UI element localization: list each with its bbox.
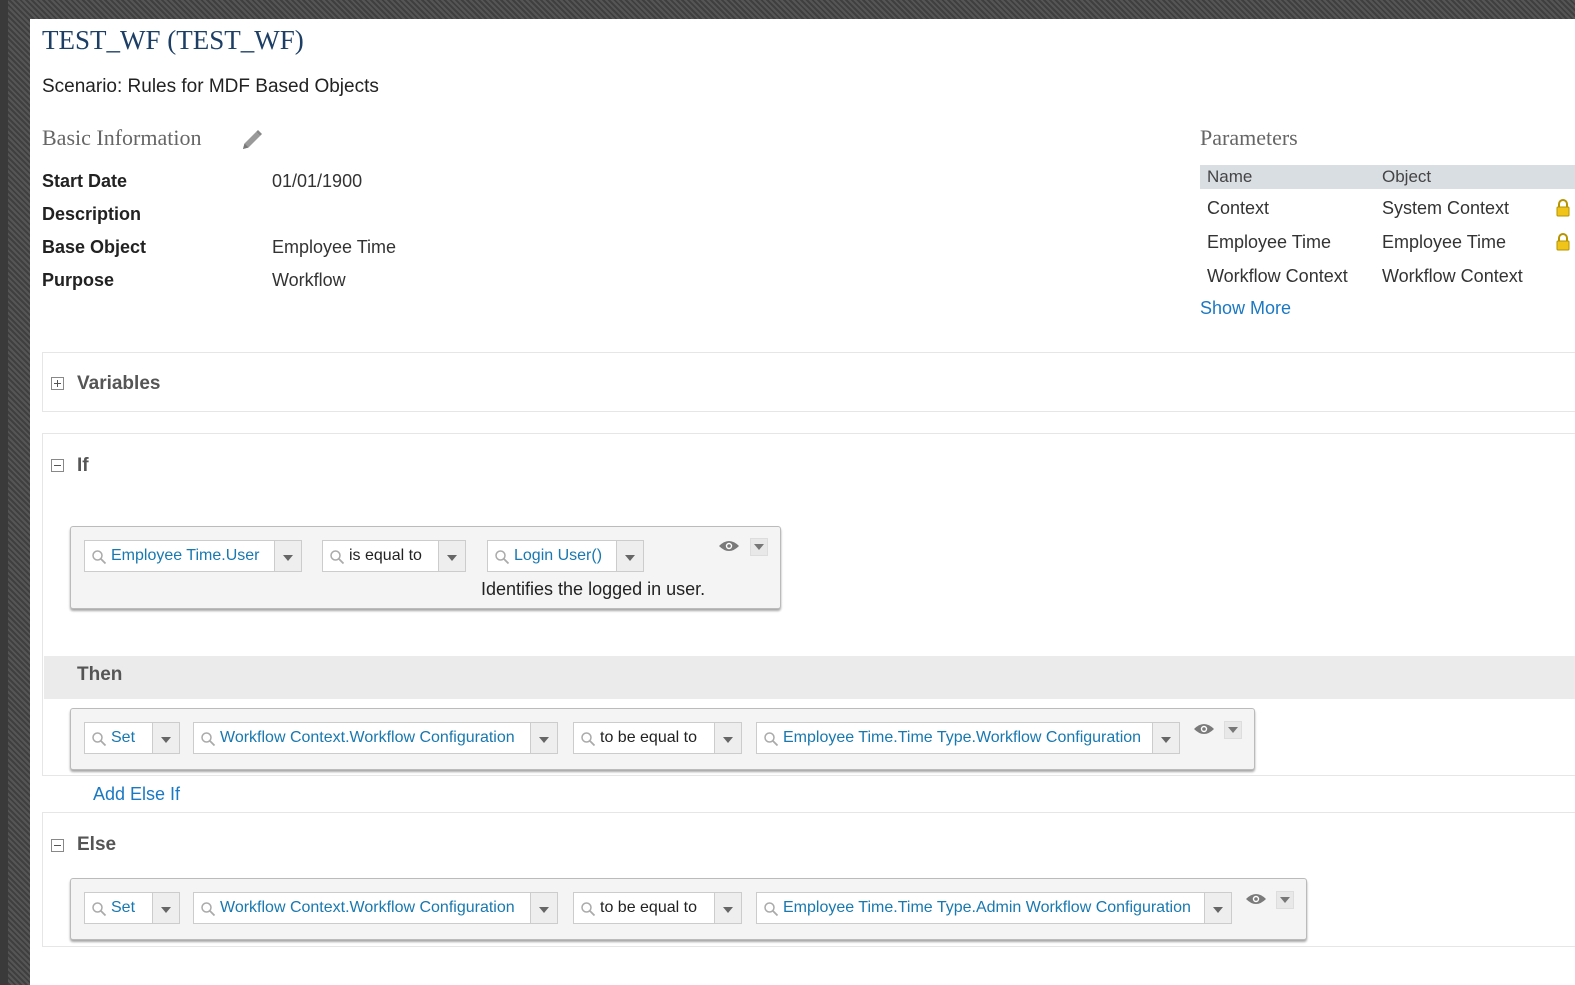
lock-icon [1556, 199, 1570, 217]
else-value-field[interactable]: Employee Time.Time Type.Admin Workflow C… [756, 892, 1232, 924]
chevron-down-icon[interactable] [274, 541, 301, 571]
parameters-table-header: Name Object [1200, 165, 1575, 189]
search-icon [495, 550, 510, 565]
param-object: Employee Time [1382, 232, 1507, 252]
chevron-down-icon[interactable] [152, 893, 179, 923]
if-title: If [77, 455, 89, 476]
collapse-if-icon[interactable] [51, 459, 64, 472]
param-name: Workflow Context [1207, 266, 1348, 286]
table-row: Workflow Context Workflow Context [1200, 257, 1575, 291]
action-value-field[interactable]: Employee Time.Time Type.Workflow Configu… [756, 722, 1180, 754]
search-icon [764, 732, 779, 747]
else-operator-field[interactable]: to be equal to [573, 892, 742, 924]
edit-pencil-icon[interactable] [240, 128, 264, 152]
eye-icon[interactable] [718, 539, 740, 553]
else-title: Else [77, 834, 117, 855]
action-verb-field[interactable]: Set [84, 722, 180, 754]
column-header-object: Object [1382, 167, 1432, 186]
description-label: Description [42, 204, 142, 224]
search-icon [92, 550, 107, 565]
condition-left-field[interactable]: Employee Time.User [84, 540, 302, 572]
eye-icon[interactable] [1193, 722, 1215, 736]
action-value-value: Employee Time.Time Type.Workflow Configu… [783, 729, 1142, 746]
window-left-edge [0, 0, 8, 985]
chevron-down-icon[interactable] [616, 541, 643, 571]
condition-description: Identifies the logged in user. [481, 579, 706, 599]
if-condition-box: Employee Time.User is equal to Login Use… [70, 526, 781, 609]
chevron-down-icon[interactable] [530, 893, 557, 923]
chevron-down-icon[interactable] [438, 541, 465, 571]
action-verb-value: Set [111, 729, 136, 746]
then-action-box: Set Workflow Context.Workflow Configurat… [70, 708, 1255, 770]
search-icon [764, 902, 779, 917]
add-else-if-link[interactable]: Add Else If [93, 784, 180, 805]
start-date-value: 01/01/1900 [272, 171, 363, 191]
chevron-down-icon[interactable] [1204, 893, 1231, 923]
condition-left-value: Employee Time.User [111, 547, 260, 564]
page-title: TEST_WF (TEST_WF) [42, 25, 304, 55]
base-object-value: Employee Time [272, 237, 397, 257]
parameters-heading: Parameters [1200, 125, 1298, 150]
search-icon [201, 902, 216, 917]
chevron-down-icon[interactable] [530, 723, 557, 753]
variables-title[interactable]: Variables [77, 373, 160, 395]
condition-right-field[interactable]: Login User() [487, 540, 644, 572]
purpose-label: Purpose [42, 270, 115, 290]
table-row: Employee Time Employee Time [1200, 223, 1575, 257]
condition-operator-value: is equal to [349, 547, 422, 564]
base-object-label: Base Object [42, 237, 147, 257]
search-icon [92, 902, 107, 917]
business-rule-page: TEST_WF (TEST_WF) Scenario: Rules for MD… [30, 19, 1575, 985]
basic-info-heading: Basic Information [42, 125, 202, 150]
table-row: Context System Context [1200, 189, 1575, 223]
chevron-down-icon[interactable] [152, 723, 179, 753]
action-target-field[interactable]: Workflow Context.Workflow Configuration [193, 722, 558, 754]
start-date-label: Start Date [42, 171, 128, 191]
action-operator-field[interactable]: to be equal to [573, 722, 742, 754]
condition-operator-field[interactable]: is equal to [322, 540, 466, 572]
chevron-down-icon[interactable] [714, 893, 741, 923]
else-verb-field[interactable]: Set [84, 892, 180, 924]
search-icon [581, 902, 596, 917]
else-menu-dropdown[interactable] [1276, 891, 1294, 909]
search-icon [330, 550, 345, 565]
collapse-else-icon[interactable] [51, 839, 64, 852]
chevron-down-icon[interactable] [1152, 723, 1179, 753]
search-icon [92, 732, 107, 747]
param-object: System Context [1382, 198, 1510, 218]
then-header: Then [44, 656, 1575, 699]
lock-icon [1556, 233, 1570, 251]
else-target-field[interactable]: Workflow Context.Workflow Configuration [193, 892, 558, 924]
chevron-down-icon[interactable] [714, 723, 741, 753]
else-action-box: Set Workflow Context.Workflow Configurat… [70, 878, 1307, 940]
search-icon [581, 732, 596, 747]
param-name: Context [1207, 198, 1270, 218]
column-header-name: Name [1207, 167, 1253, 186]
then-title: Then [77, 664, 123, 685]
show-more-link[interactable]: Show More [1200, 298, 1291, 319]
param-name: Employee Time [1207, 232, 1332, 252]
condition-menu-dropdown[interactable] [750, 538, 768, 556]
search-icon [201, 732, 216, 747]
eye-icon[interactable] [1245, 892, 1267, 906]
else-operator-value: to be equal to [600, 899, 697, 916]
action-menu-dropdown[interactable] [1224, 721, 1242, 739]
expand-variables-icon[interactable] [51, 377, 64, 390]
else-verb-value: Set [111, 899, 136, 916]
action-target-value: Workflow Context.Workflow Configuration [220, 729, 515, 746]
scenario-label: Scenario: Rules for MDF Based Objects [42, 76, 379, 97]
variables-panel: Variables [42, 352, 1575, 412]
purpose-value: Workflow [272, 270, 346, 290]
else-value-value: Employee Time.Time Type.Admin Workflow C… [783, 899, 1191, 916]
else-target-value: Workflow Context.Workflow Configuration [220, 899, 515, 916]
action-operator-value: to be equal to [600, 729, 697, 746]
param-object: Workflow Context [1382, 266, 1523, 286]
parameters-table: Name Object Context System Context Emplo… [1200, 165, 1575, 291]
condition-right-value: Login User() [514, 547, 603, 564]
